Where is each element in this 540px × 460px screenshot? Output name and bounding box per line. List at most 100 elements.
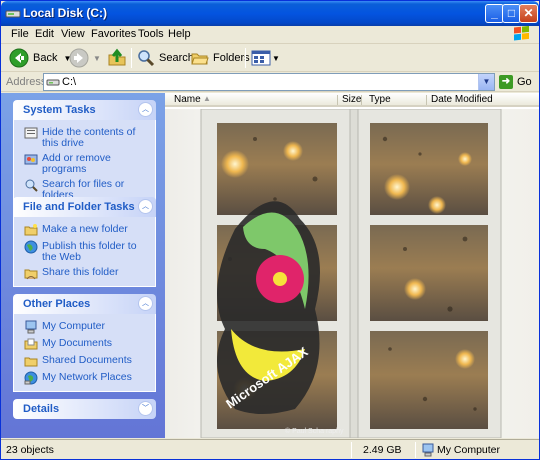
place-my-network[interactable]: My Network Places [14, 370, 155, 387]
other-places-title: Other Places [23, 298, 91, 310]
folders-icon [191, 53, 209, 65]
task-pane: System Tasks ︿ Hide the contents of this… [1, 93, 165, 438]
expand-chevron-icon[interactable]: ﹀ [138, 401, 153, 416]
menu-favorites[interactable]: Favorites [91, 28, 136, 40]
views-icon [251, 50, 271, 66]
place-my-computer[interactable]: My Computer [14, 319, 155, 336]
task-label: Hide the contents of this drive [42, 126, 136, 149]
file-list-view[interactable]: Name ▲ Size Type Date Modified Microsoft… [165, 93, 539, 438]
search-label: Search [159, 52, 194, 64]
place-label: My Network Places [42, 371, 132, 383]
task-label: Publish this folder to the Web [42, 240, 137, 263]
system-tasks-title: System Tasks [23, 104, 96, 116]
my-computer-icon [422, 443, 434, 457]
status-bar: 23 objects 2.49 GB My Computer [1, 439, 539, 459]
share-folder-icon [24, 269, 38, 280]
window-title: Local Disk (C:) [23, 6, 108, 20]
windows-logo-icon [514, 26, 529, 41]
my-computer-icon [25, 320, 37, 334]
collapse-chevron-icon[interactable]: ︿ [138, 102, 153, 117]
close-button[interactable]: ✕ [519, 4, 538, 23]
menu-bar: File Edit View Favorites Tools Help [1, 26, 539, 44]
drive-icon [46, 79, 60, 86]
status-location: My Computer [437, 444, 501, 456]
task-share-folder[interactable]: Share this folder [14, 265, 155, 282]
place-my-documents[interactable]: My Documents [14, 336, 155, 353]
menu-tools[interactable]: Tools [138, 28, 164, 40]
toolbar: Back ▼ ▼ Search Folders ▼ [1, 44, 539, 72]
place-label: My Documents [42, 337, 113, 349]
task-new-folder[interactable]: Make a new folder [14, 222, 155, 239]
search-button[interactable]: Search [137, 47, 194, 69]
place-label: Shared Documents [42, 354, 132, 366]
collapse-chevron-icon[interactable]: ︿ [138, 296, 153, 311]
task-hide-contents[interactable]: Hide the contents of this drive [14, 125, 155, 151]
explorer-window: Local Disk (C:) _ □ ✕ File Edit View Fav… [0, 0, 540, 460]
address-dropdown-icon[interactable]: ▼ [478, 74, 494, 90]
add-remove-programs-icon [24, 154, 38, 165]
new-folder-icon [24, 224, 38, 236]
views-button[interactable]: ▼ [251, 47, 280, 69]
folder-background-image: Microsoft AJAX © Paul Scha raphy [165, 108, 539, 438]
globe-icon [24, 240, 38, 254]
task-label: Add or remove programs [42, 152, 111, 175]
file-folder-tasks-header[interactable]: File and Folder Tasks ︿ [13, 197, 156, 217]
address-bar: Address C:\ ▼ ➜ Go [1, 72, 539, 92]
maximize-icon: □ [507, 6, 516, 20]
other-places-panel: Other Places ︿ My Computer My Documents … [13, 294, 156, 392]
address-value: C:\ [62, 76, 77, 88]
column-size[interactable]: Size [342, 94, 361, 105]
column-divider[interactable] [361, 95, 362, 105]
status-divider [351, 442, 352, 458]
back-arrow-icon [9, 48, 29, 68]
photo-credit-text: © Paul Scha raphy [285, 427, 344, 435]
place-shared-documents[interactable]: Shared Documents [14, 353, 155, 370]
details-title: Details [23, 403, 60, 415]
file-folder-tasks-title: File and Folder Tasks [23, 201, 135, 213]
search-icon [25, 179, 38, 192]
forward-arrow-icon [69, 48, 89, 68]
up-folder-button[interactable] [107, 47, 127, 69]
toolbar-separator [245, 48, 246, 68]
column-name[interactable]: Name [174, 94, 201, 105]
column-divider[interactable] [337, 95, 338, 105]
title-bar[interactable]: Local Disk (C:) _ □ ✕ [1, 1, 539, 26]
menu-view[interactable]: View [61, 28, 85, 40]
system-tasks-header[interactable]: System Tasks ︿ [13, 100, 156, 120]
go-arrow-icon: ➜ [499, 75, 513, 89]
search-icon [138, 50, 155, 67]
go-button[interactable]: ➜ Go [499, 74, 532, 90]
task-add-remove-programs[interactable]: Add or remove programs [14, 151, 155, 177]
task-publish-web[interactable]: Publish this folder to the Web [14, 239, 155, 265]
column-header-row: Name ▲ Size Type Date Modified [165, 93, 539, 107]
other-places-header[interactable]: Other Places ︿ [13, 294, 156, 314]
menu-help[interactable]: Help [168, 28, 191, 40]
address-label: Address [6, 76, 47, 88]
menu-file[interactable]: File [11, 28, 29, 40]
status-size: 2.49 GB [363, 444, 402, 456]
back-button[interactable]: Back ▼ [9, 47, 71, 69]
details-header[interactable]: Details ﹀ [13, 399, 156, 419]
status-divider [415, 442, 416, 458]
status-object-count: 23 objects [6, 444, 54, 456]
forward-dropdown-icon[interactable]: ▼ [93, 54, 101, 63]
up-folder-icon [108, 48, 126, 66]
sort-arrow-icon: ▲ [203, 94, 211, 103]
address-input[interactable]: C:\ ▼ [43, 73, 495, 91]
collapse-chevron-icon[interactable]: ︿ [138, 199, 153, 214]
column-type[interactable]: Type [369, 94, 391, 105]
go-label: Go [517, 76, 532, 88]
menu-edit[interactable]: Edit [35, 28, 54, 40]
forward-button[interactable]: ▼ [69, 47, 101, 69]
file-folder-tasks-panel: File and Folder Tasks ︿ Make a new folde… [13, 197, 156, 287]
column-divider[interactable] [426, 95, 427, 105]
column-date-modified[interactable]: Date Modified [431, 94, 493, 105]
views-dropdown-icon[interactable]: ▼ [272, 54, 280, 63]
details-panel: Details ﹀ [13, 399, 156, 419]
back-label: Back [33, 52, 58, 64]
my-documents-icon [24, 338, 38, 350]
minimize-icon: _ [491, 6, 498, 20]
folders-button[interactable]: Folders [191, 47, 250, 69]
toolbar-separator [131, 48, 132, 68]
task-label: Share this folder [42, 266, 119, 278]
